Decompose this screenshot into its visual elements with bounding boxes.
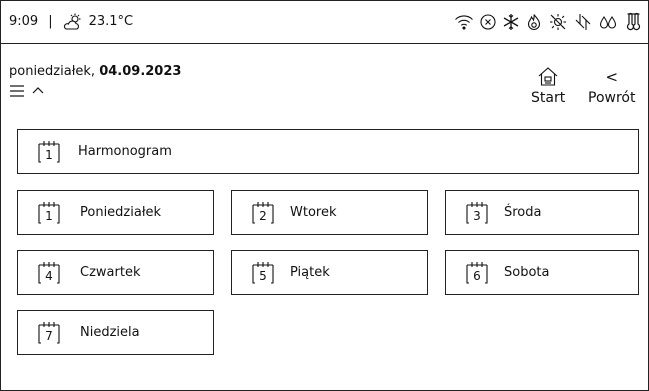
calendar-icon: 2 bbox=[250, 200, 276, 226]
start-button[interactable]: Start bbox=[531, 66, 565, 106]
calendar-number: 2 bbox=[259, 209, 267, 223]
outdoor-temperature: 23.1°C bbox=[88, 14, 134, 29]
back-label: Powrót bbox=[588, 90, 636, 106]
sun-off-icon bbox=[548, 13, 568, 31]
day-button-wednesday[interactable]: 3 Środa bbox=[445, 190, 639, 235]
calendar-icon: 4 bbox=[36, 260, 62, 286]
snowflake-icon bbox=[502, 13, 520, 31]
calendar-number: 1 bbox=[45, 148, 53, 162]
alarm-x-icon bbox=[479, 13, 497, 31]
calendar-number: 4 bbox=[45, 269, 53, 283]
calendar-icon: 6 bbox=[464, 260, 490, 286]
day-button-friday[interactable]: 5 Piątek bbox=[231, 250, 428, 295]
day-label: Sobota bbox=[504, 265, 550, 280]
date-value: 04.09.2023 bbox=[99, 64, 182, 79]
day-button-monday[interactable]: 1 Poniedziałek bbox=[17, 190, 214, 235]
calendar-number: 1 bbox=[45, 209, 53, 223]
heat-pump-icon bbox=[573, 13, 593, 31]
flame-icon bbox=[525, 13, 543, 31]
start-label: Start bbox=[531, 90, 566, 106]
calendar-icon: 3 bbox=[464, 200, 490, 226]
calendar-icon: 7 bbox=[36, 320, 62, 346]
weather-partly-sunny-icon bbox=[63, 13, 83, 31]
day-label: Poniedziałek bbox=[80, 205, 162, 220]
water-drops-icon bbox=[598, 13, 618, 31]
day-button-sunday[interactable]: 7 Niedziela bbox=[17, 310, 214, 355]
day-button-thursday[interactable]: 4 Czwartek bbox=[17, 250, 214, 295]
day-label: Wtorek bbox=[290, 205, 337, 220]
calendar-number: 7 bbox=[45, 329, 53, 343]
day-label: Piątek bbox=[290, 265, 330, 280]
day-label: Niedziela bbox=[80, 325, 140, 340]
calendar-number: 6 bbox=[473, 269, 481, 283]
status-separator: | bbox=[48, 14, 53, 29]
calendar-number: 3 bbox=[473, 209, 481, 223]
status-left: 9:09 | 23.1°C bbox=[9, 0, 133, 43]
calendar-icon: 1 bbox=[36, 200, 62, 226]
thermometer-icon bbox=[623, 12, 643, 32]
current-date: poniedziałek, 04.09.2023 bbox=[9, 64, 181, 79]
day-label: Czwartek bbox=[80, 265, 141, 280]
day-button-saturday[interactable]: 6 Sobota bbox=[445, 250, 639, 295]
status-bar: 9:09 | 23.1°C bbox=[0, 0, 649, 44]
day-name: poniedziałek, bbox=[9, 64, 96, 79]
wifi-icon bbox=[454, 13, 474, 31]
chevron-up-icon[interactable] bbox=[31, 84, 45, 98]
calendar-icon: 1 bbox=[36, 139, 62, 165]
chevron-left-icon: < bbox=[605, 68, 619, 86]
clock: 9:09 bbox=[9, 14, 39, 29]
day-button-tuesday[interactable]: 2 Wtorek bbox=[231, 190, 428, 235]
status-icons bbox=[454, 0, 643, 43]
home-icon bbox=[537, 66, 559, 88]
schedule-label: Harmonogram bbox=[78, 144, 172, 159]
calendar-icon: 5 bbox=[250, 260, 276, 286]
hamburger-menu-icon[interactable] bbox=[9, 84, 25, 98]
menu-row bbox=[9, 84, 45, 98]
back-button[interactable]: < Powrót bbox=[588, 66, 635, 106]
day-label: Środa bbox=[504, 205, 542, 220]
schedule-button[interactable]: 1 Harmonogram bbox=[17, 129, 639, 174]
calendar-number: 5 bbox=[259, 269, 267, 283]
